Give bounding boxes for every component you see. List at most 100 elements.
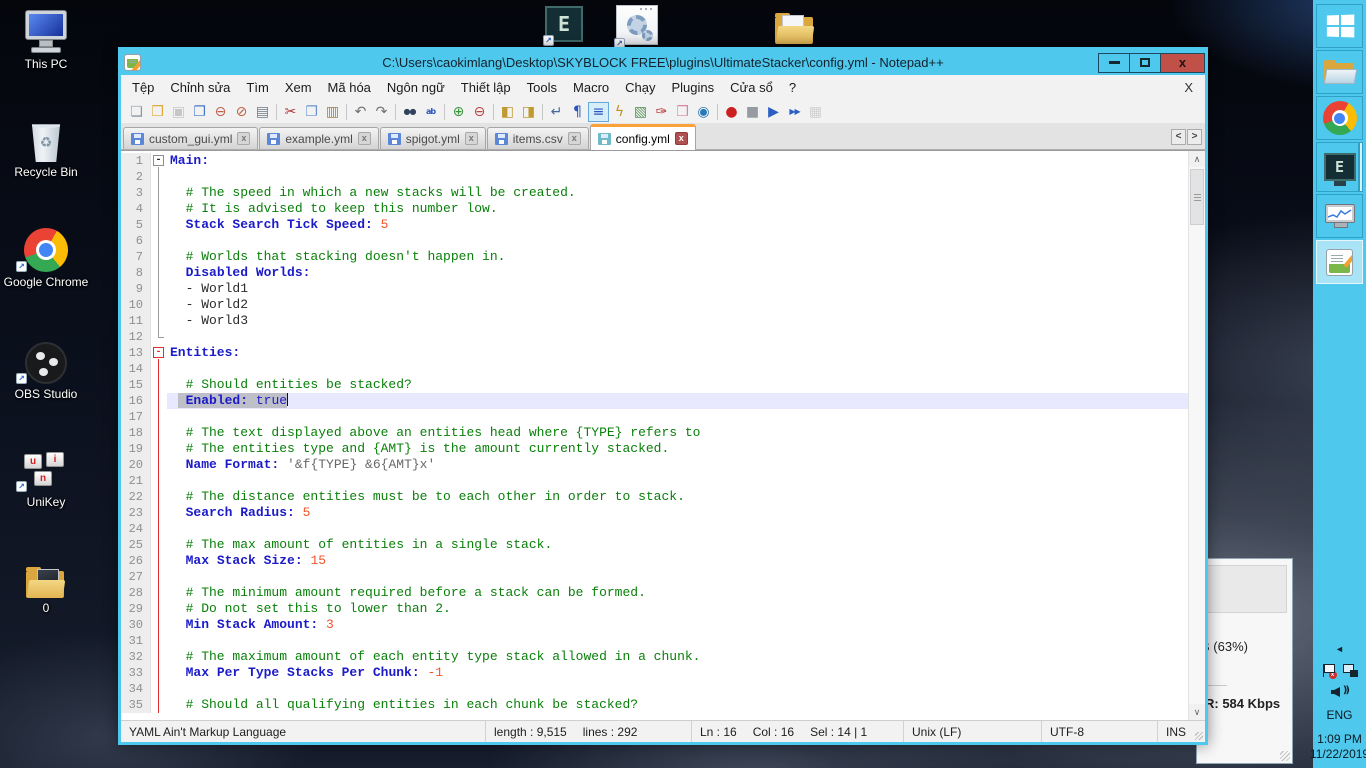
clock[interactable]: 1:09 PM 11/22/2019 [1310, 732, 1366, 762]
toolbar-file-monitoring-eye-icon[interactable]: ◉ [693, 102, 714, 122]
editor-line[interactable]: 17 [121, 409, 1188, 425]
toolbar-macro-record-icon[interactable]: ● [721, 102, 742, 122]
tab-spigot.yml[interactable]: spigot.yml x [379, 127, 486, 149]
editor-line[interactable]: 23 Search Radius: 5 [121, 505, 1188, 521]
toolbar-macro-stop-icon[interactable]: ■ [742, 102, 763, 122]
toolbar-print-icon[interactable]: ▤ [252, 102, 273, 122]
menu-item[interactable]: Tệp [124, 77, 162, 98]
editor-line[interactable]: 29 # Do not set this to lower than 2. [121, 601, 1188, 617]
editor-line[interactable]: 10 - World2 [121, 297, 1188, 313]
tray-expand-arrow-icon[interactable] [1335, 644, 1344, 654]
editor-line[interactable]: 6 [121, 233, 1188, 249]
toolbar-open-file-icon[interactable]: ❒ [147, 102, 168, 122]
editor-line[interactable]: 14 [121, 361, 1188, 377]
editor-line[interactable]: 8 Disabled Worlds: [121, 265, 1188, 281]
editor-line[interactable]: 31 [121, 633, 1188, 649]
toolbar-undo-icon[interactable]: ↶ [350, 102, 371, 122]
editor-line[interactable]: 20 Name Format: '&f{TYPE} &6{AMT}x' [121, 457, 1188, 473]
toolbar-show-all-characters-icon[interactable]: ¶ [567, 102, 588, 122]
taskbar-system-monitor[interactable] [1316, 194, 1363, 238]
desktop-icon-recycle-bin[interactable]: Recycle Bin [0, 116, 92, 179]
editor-line[interactable]: 15 # Should entities be stacked? [121, 377, 1188, 393]
tab-close-icon[interactable]: x [357, 132, 371, 145]
editor-line[interactable]: 24 [121, 521, 1188, 537]
editor-line[interactable]: 25 # The max amount of entities in a sin… [121, 537, 1188, 553]
menu-item[interactable]: Ngôn ngữ [379, 77, 453, 98]
toolbar-synchronize-horizontal-icon[interactable]: ◨ [518, 102, 539, 122]
toolbar-new-file-icon[interactable]: ❏ [126, 102, 147, 122]
editor-line[interactable]: 32 # The maximum amount of each entity t… [121, 649, 1188, 665]
editor-line[interactable]: 30 Min Stack Amount: 3 [121, 617, 1188, 633]
menu-item[interactable]: Chỉnh sửa [162, 77, 238, 98]
editor-line[interactable]: 21 [121, 473, 1188, 489]
desktop-icon-folder-0[interactable]: 0 [0, 552, 92, 615]
tab-scroll-left-button[interactable]: < [1171, 129, 1186, 145]
editor-line[interactable]: 22 # The distance entities must be to ea… [121, 489, 1188, 505]
menu-item[interactable]: Xem [277, 77, 320, 98]
desktop-icon-settings-app[interactable] [614, 5, 658, 49]
resize-grip[interactable] [1280, 751, 1290, 761]
taskbar-start-button[interactable] [1316, 4, 1363, 48]
status-eol-format[interactable]: Unix (LF) [904, 721, 1042, 742]
toolbar-cut-icon[interactable]: ✂ [280, 102, 301, 122]
toolbar-macro-play-icon[interactable]: ▶ [763, 102, 784, 122]
menu-item[interactable]: Chạy [617, 77, 663, 98]
title-bar[interactable]: C:\Users\caokimlang\Desktop\SKYBLOCK FRE… [121, 50, 1205, 75]
network-icon[interactable] [1342, 664, 1358, 677]
editor-line[interactable]: 7 # Worlds that stacking doesn't happen … [121, 249, 1188, 265]
menu-item[interactable]: Tìm [238, 77, 276, 98]
editor-line[interactable]: 33 Max Per Type Stacks Per Chunk: -1 [121, 665, 1188, 681]
desktop-icon-obs-studio[interactable]: OBS Studio [0, 338, 92, 401]
tab-custom_gui.yml[interactable]: custom_gui.yml x [123, 127, 259, 149]
toolbar-close-document-icon[interactable]: ⊖ [210, 102, 231, 122]
editor-line[interactable]: 4 # It is advised to keep this number lo… [121, 201, 1188, 217]
taskbar-e-console[interactable]: E [1316, 142, 1363, 192]
editor-area[interactable]: 1- Main: 2 3 # The speed in which a new sta… [121, 150, 1205, 720]
taskbar-file-explorer[interactable] [1316, 50, 1363, 94]
toolbar-document-map-icon[interactable]: ▧ [630, 102, 651, 122]
desktop-icon-this-pc[interactable]: This PC [0, 8, 92, 71]
tab-close-icon[interactable]: x [674, 132, 688, 145]
toolbar-redo-icon[interactable]: ↷ [371, 102, 392, 122]
toolbar-synchronize-vertical-icon[interactable]: ◧ [497, 102, 518, 122]
toolbar-replace-icon[interactable]: ab [420, 102, 441, 122]
menu-item[interactable]: Macro [565, 77, 617, 98]
editor-line[interactable]: 27 [121, 569, 1188, 585]
tab-close-icon[interactable]: x [237, 132, 251, 145]
editor-line[interactable]: 34 [121, 681, 1188, 697]
toolbar-save-all-icon[interactable]: ❐ [189, 102, 210, 122]
input-language-indicator[interactable]: ENG [1327, 708, 1353, 722]
status-insert-mode[interactable]: INS [1158, 721, 1192, 742]
tab-close-icon[interactable]: x [567, 132, 581, 145]
editor-line[interactable]: 9 - World1 [121, 281, 1188, 297]
toolbar-zoom-in-icon[interactable]: ⊕ [448, 102, 469, 122]
minimize-button[interactable] [1098, 52, 1130, 73]
action-center-flag-icon[interactable] [1322, 664, 1337, 679]
menu-item[interactable]: Cửa sổ [722, 77, 781, 98]
window-resize-grip[interactable] [1192, 721, 1205, 742]
menu-item[interactable]: Tools [519, 77, 565, 98]
taskbar-notepad-plus-plus[interactable] [1316, 240, 1363, 284]
editor-line[interactable]: 16 Enabled: true [121, 393, 1188, 409]
tab-config.yml[interactable]: config.yml x [589, 124, 696, 150]
toolbar-macro-run-multiple-icon[interactable]: ▶▶ [784, 102, 805, 122]
desktop-icon-google-chrome[interactable]: Google Chrome [0, 226, 92, 289]
desktop-icon-open-folder[interactable] [775, 4, 821, 44]
editor-line[interactable]: 3 # The speed in which a new stacks will… [121, 185, 1188, 201]
desktop-icon-e-app[interactable]: E [543, 6, 583, 46]
editor-line[interactable]: 12 [121, 329, 1188, 345]
volume-icon[interactable] [1331, 684, 1348, 698]
editor-line[interactable]: 5 Stack Search Tick Speed: 5 [121, 217, 1188, 233]
editor-line[interactable]: 1- Main: [121, 153, 1188, 169]
desktop-icon-unikey[interactable]: u i n UniKey [0, 446, 92, 509]
menu-close-document-button[interactable]: X [1172, 80, 1205, 95]
tab-scroll-right-button[interactable]: > [1187, 129, 1202, 145]
maximize-button[interactable] [1129, 52, 1161, 73]
tab-close-icon[interactable]: x [464, 132, 478, 145]
close-button[interactable]: x [1160, 52, 1205, 73]
taskbar-chrome[interactable] [1316, 96, 1363, 140]
editor-line[interactable]: 11 - World3 [121, 313, 1188, 329]
toolbar-paste-icon[interactable]: ▥ [322, 102, 343, 122]
editor-line[interactable]: 13- Entities: [121, 345, 1188, 361]
toolbar-document-switcher-icon[interactable]: ✑ [651, 102, 672, 122]
